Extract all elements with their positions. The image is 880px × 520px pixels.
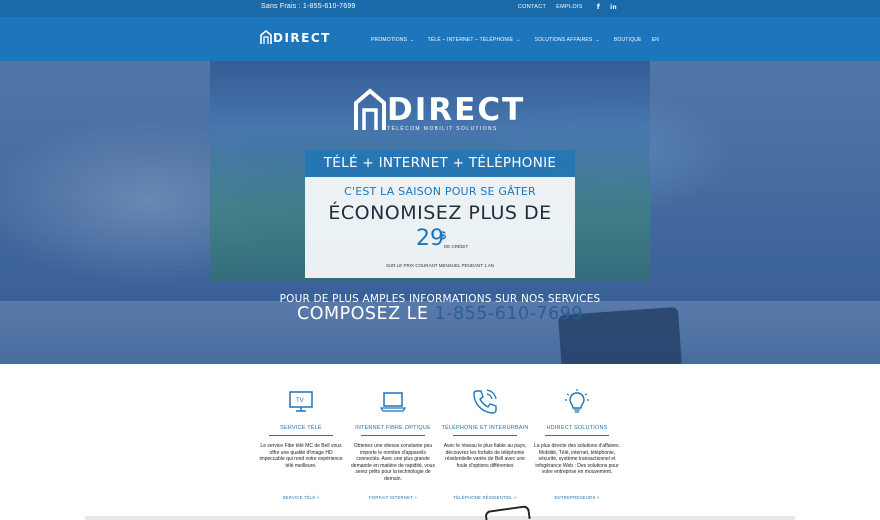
menu-boutique-label: BOUTIQUE	[613, 37, 642, 43]
menu-tele-internet-telephonie[interactable]: TÉLÉ – INTERNET – TÉLÉPHONIE ⌄	[428, 37, 521, 43]
chevron-down-icon: ⌄	[595, 37, 600, 43]
facebook-icon[interactable]: f	[597, 3, 600, 11]
service-description: Obtenez une vitesse constante peu import…	[351, 443, 435, 482]
service-divider	[269, 435, 333, 436]
hero-logo-wordmark: DIRECT	[387, 92, 526, 128]
logo-wordmark: DIRECT	[273, 30, 331, 45]
svg-text:TV: TV	[296, 398, 304, 404]
service-entrepreneurs-link[interactable]: ENTREPRENEURS »	[531, 495, 623, 500]
service-card-tele: TV SERVICE TÉLÉ Le service Fibe télé MC …	[255, 388, 347, 500]
main-menu: PROMOTIONS ⌄ TÉLÉ – INTERNET – TÉLÉPHONI…	[371, 37, 659, 43]
logo-house-icon	[260, 30, 272, 44]
toll-free-phone[interactable]: Sans Frais : 1-855-610-7699	[261, 3, 356, 10]
service-description: Le service Fibe télé MC de Bell vous off…	[259, 443, 343, 469]
laptop-icon	[380, 392, 406, 412]
promo-currency: $	[440, 230, 447, 242]
menu-tele-label: TÉLÉ – INTERNET – TÉLÉPHONIE	[427, 37, 514, 43]
hero-call-line: COMPOSEZ LE 1-855-610-7699	[0, 304, 880, 324]
logo-house-icon	[354, 88, 386, 130]
phone-icon	[473, 389, 497, 414]
promo-footnote: SUR LE PRIX COURANT MENSUEL PENDANT 1 AN	[386, 263, 494, 268]
service-title: SERVICE TÉLÉ	[280, 425, 322, 431]
menu-solutions-affaires[interactable]: SOLUTIONS AFFAIRES ⌄	[535, 37, 600, 43]
service-card-solutions: HDIRECT SOLUTIONS La plus directe des so…	[531, 388, 623, 500]
hero-band-title: TÉLÉ + INTERNET + TÉLÉPHONIE	[305, 150, 575, 177]
hero-call-prefix: COMPOSEZ LE	[297, 304, 429, 324]
next-section-strip	[85, 516, 795, 520]
service-title: TÉLÉPHONIE ET INTERURBAIN	[441, 425, 529, 431]
menu-en-label: EN	[651, 37, 659, 43]
service-tele-link[interactable]: SERVICE TÉLÉ »	[255, 495, 347, 500]
top-links: CONTACT EMPLOIS f in	[518, 3, 617, 11]
hero-logo-tagline: TÉLÉCOM MOBILIT SOLUTIONS	[387, 126, 498, 132]
menu-language-en[interactable]: EN	[652, 37, 659, 43]
service-title: INTERNET FIBRE OPTIQUE	[355, 425, 431, 431]
promo-credit-label: DE CRÉDIT	[444, 244, 469, 249]
service-internet-link[interactable]: FORFAIT INTERNET »	[347, 495, 439, 500]
promo-headline: C'EST LA SAISON POUR SE GÂTER	[344, 185, 536, 198]
tv-icon: TV	[289, 391, 313, 412]
service-card-telephonie: TÉLÉPHONIE ET INTERURBAIN Avec le réseau…	[439, 388, 531, 500]
service-telephone-link[interactable]: TÉLÉPHONE RÉSIDENTIEL »	[439, 495, 531, 500]
emplois-link[interactable]: EMPLOIS	[556, 4, 583, 10]
hero-banner: DIRECT TÉLÉCOM MOBILIT SOLUTIONS TÉLÉ + …	[0, 61, 880, 364]
menu-promotions[interactable]: PROMOTIONS ⌄	[371, 37, 415, 43]
linkedin-icon[interactable]: in	[610, 4, 617, 11]
site-logo[interactable]: DIRECT	[260, 30, 331, 45]
service-description: Avec le réseau le plus fiable au pays, d…	[443, 443, 527, 469]
service-divider	[453, 435, 517, 436]
services-section: TV SERVICE TÉLÉ Le service Fibe télé MC …	[255, 388, 627, 508]
menu-solutions-label: SOLUTIONS AFFAIRES	[534, 37, 593, 43]
service-card-internet: INTERNET FIBRE OPTIQUE Obtenez une vites…	[347, 388, 439, 500]
lightbulb-icon	[565, 389, 589, 413]
chevron-down-icon: ⌄	[516, 37, 521, 43]
service-description: La plus directe des solutions d'affaires…	[534, 443, 620, 476]
hero-call-number[interactable]: 1-855-610-7699	[435, 304, 583, 324]
contact-link[interactable]: CONTACT	[518, 4, 546, 10]
service-divider	[545, 435, 609, 436]
service-divider	[361, 435, 425, 436]
main-nav: DIRECT PROMOTIONS ⌄ TÉLÉ – INTERNET – TÉ…	[0, 17, 880, 61]
top-bar: Sans Frais : 1-855-610-7699 CONTACT EMPL…	[0, 0, 880, 17]
promo-box: C'EST LA SAISON POUR SE GÂTER ÉCONOMISEZ…	[305, 177, 575, 278]
hero-logo: DIRECT TÉLÉCOM MOBILIT SOLUTIONS	[353, 88, 528, 134]
chevron-down-icon: ⌄	[410, 37, 415, 43]
menu-boutique[interactable]: BOUTIQUE	[614, 37, 642, 43]
promo-savings-title: ÉCONOMISEZ PLUS DE	[328, 202, 552, 224]
menu-promotions-label: PROMOTIONS	[371, 37, 408, 43]
service-title: HDIRECT SOLUTIONS	[546, 425, 608, 431]
